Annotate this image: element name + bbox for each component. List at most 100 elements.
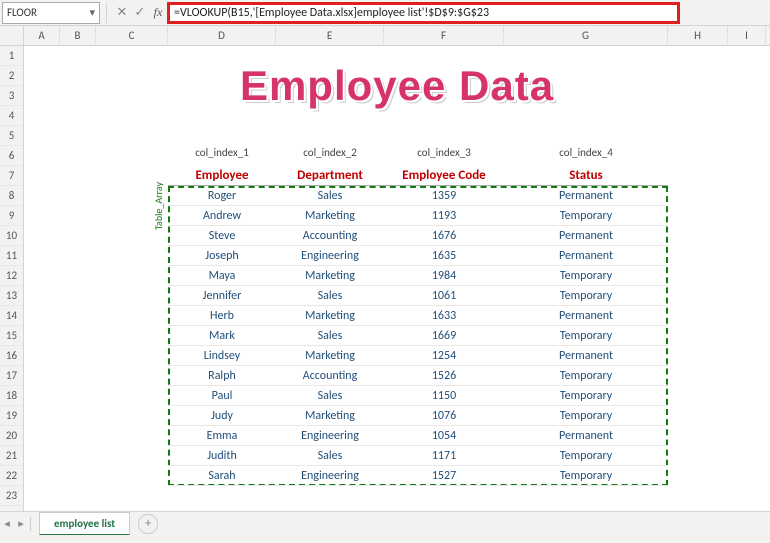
- cell-employee[interactable]: Maya: [168, 266, 276, 286]
- cell-code[interactable]: 1669: [384, 326, 504, 346]
- cell-department[interactable]: Sales: [276, 186, 384, 206]
- cell-code[interactable]: 1676: [384, 226, 504, 246]
- cell-department[interactable]: Engineering: [276, 426, 384, 446]
- row-header-10[interactable]: 10: [0, 226, 23, 246]
- cell-department[interactable]: Marketing: [276, 306, 384, 326]
- row-header-21[interactable]: 21: [0, 446, 23, 466]
- cell-status[interactable]: Temporary: [504, 386, 668, 406]
- cell-code[interactable]: 1359: [384, 186, 504, 206]
- row-header-7[interactable]: 7: [0, 166, 23, 186]
- cell-department[interactable]: Engineering: [276, 466, 384, 486]
- row-header-15[interactable]: 15: [0, 326, 23, 346]
- row-header-6[interactable]: 6: [0, 146, 23, 166]
- col-header-G[interactable]: G: [504, 26, 668, 45]
- cell-code[interactable]: 1193: [384, 206, 504, 226]
- select-all-corner[interactable]: [0, 26, 24, 45]
- cell-employee[interactable]: Mark: [168, 326, 276, 346]
- cell-employee[interactable]: Paul: [168, 386, 276, 406]
- cell-department[interactable]: Engineering: [276, 246, 384, 266]
- cell-employee[interactable]: Emma: [168, 426, 276, 446]
- row-header-4[interactable]: 4: [0, 106, 23, 126]
- row-header-22[interactable]: 22: [0, 466, 23, 486]
- cell-status[interactable]: Permanent: [504, 186, 668, 206]
- cell-department[interactable]: Accounting: [276, 226, 384, 246]
- cell-status[interactable]: Permanent: [504, 346, 668, 366]
- cell-status[interactable]: Temporary: [504, 206, 668, 226]
- col-header-D[interactable]: D: [168, 26, 276, 45]
- add-sheet-button[interactable]: +: [138, 514, 158, 534]
- insert-function-button[interactable]: fx: [149, 5, 167, 20]
- cell-status[interactable]: Temporary: [504, 446, 668, 466]
- row-header-3[interactable]: 3: [0, 86, 23, 106]
- cell-department[interactable]: Sales: [276, 286, 384, 306]
- cell-department[interactable]: Sales: [276, 446, 384, 466]
- cell-status[interactable]: Permanent: [504, 226, 668, 246]
- col-header-A[interactable]: A: [24, 26, 60, 45]
- cell-department[interactable]: Marketing: [276, 406, 384, 426]
- cell-employee[interactable]: Steve: [168, 226, 276, 246]
- col-header-I[interactable]: I: [728, 26, 766, 45]
- row-header-16[interactable]: 16: [0, 346, 23, 366]
- cell-department[interactable]: Accounting: [276, 366, 384, 386]
- row-header-23[interactable]: 23: [0, 486, 23, 506]
- cell-employee[interactable]: Judy: [168, 406, 276, 426]
- cell-code[interactable]: 1076: [384, 406, 504, 426]
- row-header-20[interactable]: 20: [0, 426, 23, 446]
- cell-employee[interactable]: Lindsey: [168, 346, 276, 366]
- cell-status[interactable]: Temporary: [504, 266, 668, 286]
- row-header-12[interactable]: 12: [0, 266, 23, 286]
- cell-code[interactable]: 1171: [384, 446, 504, 466]
- cell-code[interactable]: 1254: [384, 346, 504, 366]
- tab-nav-next[interactable]: ▸: [14, 517, 28, 530]
- dropdown-icon[interactable]: ▾: [89, 6, 95, 19]
- name-box[interactable]: FLOOR ▾: [2, 2, 100, 24]
- enter-formula-button[interactable]: ✓: [131, 5, 149, 20]
- cell-department[interactable]: Sales: [276, 326, 384, 346]
- col-header-E[interactable]: E: [276, 26, 384, 45]
- cell-employee[interactable]: Andrew: [168, 206, 276, 226]
- cell-employee[interactable]: Sarah: [168, 466, 276, 486]
- formula-input[interactable]: =VLOOKUP(B15,'[Employee Data.xlsx]employ…: [174, 6, 489, 20]
- cancel-formula-button[interactable]: ✕: [113, 5, 131, 20]
- row-header-17[interactable]: 17: [0, 366, 23, 386]
- cell-employee[interactable]: Ralph: [168, 366, 276, 386]
- cells-area[interactable]: Employee Data col_index_1 col_index_2 co…: [24, 46, 770, 511]
- cell-department[interactable]: Marketing: [276, 266, 384, 286]
- col-header-F[interactable]: F: [384, 26, 504, 45]
- col-header-C[interactable]: C: [96, 26, 168, 45]
- sheet-tab-employee-list[interactable]: employee list: [39, 512, 130, 536]
- row-header-18[interactable]: 18: [0, 386, 23, 406]
- cell-status[interactable]: Permanent: [504, 426, 668, 446]
- cell-status[interactable]: Permanent: [504, 306, 668, 326]
- cell-status[interactable]: Temporary: [504, 326, 668, 346]
- row-header-13[interactable]: 13: [0, 286, 23, 306]
- cell-department[interactable]: Marketing: [276, 206, 384, 226]
- cell-code[interactable]: 1984: [384, 266, 504, 286]
- row-header-14[interactable]: 14: [0, 306, 23, 326]
- row-header-2[interactable]: 2: [0, 66, 23, 86]
- tab-nav-prev[interactable]: ◂: [0, 517, 14, 530]
- cell-employee[interactable]: Jennifer: [168, 286, 276, 306]
- row-header-5[interactable]: 5: [0, 126, 23, 146]
- cell-code[interactable]: 1635: [384, 246, 504, 266]
- row-header-19[interactable]: 19: [0, 406, 23, 426]
- cell-employee[interactable]: Herb: [168, 306, 276, 326]
- row-header-8[interactable]: 8: [0, 186, 23, 206]
- cell-code[interactable]: 1527: [384, 466, 504, 486]
- cell-status[interactable]: Temporary: [504, 466, 668, 486]
- cell-status[interactable]: Temporary: [504, 366, 668, 386]
- cell-code[interactable]: 1061: [384, 286, 504, 306]
- cell-status[interactable]: Permanent: [504, 246, 668, 266]
- row-header-11[interactable]: 11: [0, 246, 23, 266]
- cell-status[interactable]: Temporary: [504, 406, 668, 426]
- cell-code[interactable]: 1633: [384, 306, 504, 326]
- cell-status[interactable]: Temporary: [504, 286, 668, 306]
- cell-code[interactable]: 1526: [384, 366, 504, 386]
- row-header-9[interactable]: 9: [0, 206, 23, 226]
- col-header-B[interactable]: B: [60, 26, 96, 45]
- cell-department[interactable]: Sales: [276, 386, 384, 406]
- cell-employee[interactable]: Judith: [168, 446, 276, 466]
- col-header-H[interactable]: H: [668, 26, 728, 45]
- cell-code[interactable]: 1150: [384, 386, 504, 406]
- cell-department[interactable]: Marketing: [276, 346, 384, 366]
